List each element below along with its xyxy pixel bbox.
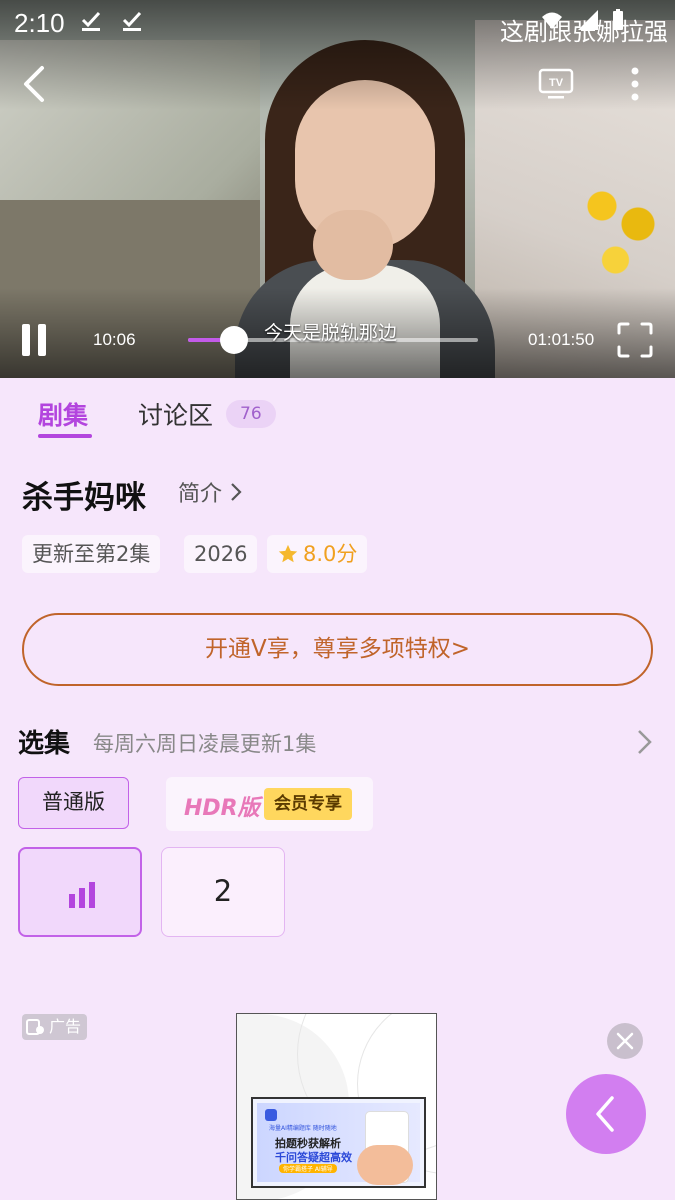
star-icon bbox=[278, 544, 298, 563]
signal-icon bbox=[578, 10, 598, 30]
tab-discussion[interactable]: 讨论区 bbox=[138, 396, 213, 432]
hdr-label: HDR版 bbox=[184, 796, 260, 821]
tab-episodes[interactable]: 剧集 bbox=[38, 396, 88, 432]
content-tabs: 剧集 讨论区 76 bbox=[0, 378, 675, 440]
download-done-icon bbox=[81, 11, 101, 31]
version-normal-button[interactable]: 普通版 bbox=[18, 777, 129, 829]
video-player[interactable]: 2:10 这剧跟张娜拉强 TV 10:06 今天是脱轨那边 01:01:50 bbox=[0, 0, 675, 378]
tab-active-indicator bbox=[38, 434, 92, 438]
more-options-icon[interactable] bbox=[624, 64, 646, 104]
ad-hand-image bbox=[357, 1145, 413, 1185]
pause-icon[interactable] bbox=[20, 322, 48, 358]
wifi-icon bbox=[542, 12, 562, 29]
now-playing-icon bbox=[69, 882, 95, 908]
close-icon bbox=[616, 1032, 634, 1050]
ad-text-1: 海量AI精编题库 随时随地 bbox=[269, 1125, 337, 1132]
episode-2-button[interactable]: 2 bbox=[161, 847, 285, 937]
intro-link[interactable]: 简介 bbox=[178, 476, 242, 508]
back-arrow-icon[interactable] bbox=[18, 64, 48, 104]
rating-value: 8.0分 bbox=[303, 542, 358, 566]
video-subtitle: 今天是脱轨那边 bbox=[264, 322, 398, 344]
rating-tag: 8.0分 bbox=[267, 535, 368, 573]
vip-subscribe-button[interactable]: 开通V享，尊享多项特权> bbox=[22, 613, 653, 686]
current-time: 10:06 bbox=[93, 330, 136, 349]
ad-app-logo bbox=[265, 1109, 277, 1121]
chevron-right-icon bbox=[231, 483, 242, 501]
status-bar: 2:10 这剧跟张娜拉强 bbox=[0, 0, 675, 46]
episodes-section-title: 选集 bbox=[18, 729, 71, 759]
update-status-tag: 更新至第2集 bbox=[22, 535, 161, 573]
chevron-left-icon bbox=[596, 1096, 614, 1132]
ad-close-button[interactable] bbox=[607, 1023, 643, 1059]
member-exclusive-badge: 会员专享 bbox=[264, 788, 352, 820]
tv-cast-icon[interactable]: TV bbox=[538, 68, 574, 100]
version-hdr-button[interactable]: HDR版 会员专享 bbox=[166, 777, 373, 831]
chevron-right-icon[interactable] bbox=[636, 728, 654, 756]
year-tag: 2026 bbox=[184, 535, 258, 573]
status-time: 2:10 bbox=[14, 8, 65, 38]
discussion-count-badge: 76 bbox=[226, 400, 276, 428]
ad-banner[interactable]: 海量AI精编题库 随时随地 拍题秒获解析 千问答疑超高效 你学霸搭子 AI辅导 bbox=[236, 1013, 437, 1200]
ad-text-3: 千问答疑超高效 bbox=[275, 1151, 352, 1164]
episode-1-button[interactable] bbox=[18, 847, 142, 937]
floating-back-button[interactable] bbox=[566, 1074, 646, 1154]
update-schedule: 每周六周日凌晨更新1集 bbox=[93, 732, 317, 756]
ad-icon bbox=[26, 1019, 44, 1035]
show-title: 杀手妈咪 bbox=[22, 480, 146, 516]
svg-text:TV: TV bbox=[549, 77, 564, 89]
video-frame-flowers bbox=[575, 170, 665, 290]
ad-text-4: 你学霸搭子 AI辅导 bbox=[279, 1164, 337, 1173]
ad-label: 广告 bbox=[22, 1014, 88, 1040]
total-time: 01:01:50 bbox=[528, 330, 595, 349]
fullscreen-icon[interactable] bbox=[617, 322, 653, 358]
ad-creative: 海量AI精编题库 随时随地 拍题秒获解析 千问答疑超高效 你学霸搭子 AI辅导 bbox=[251, 1097, 426, 1188]
intro-label: 简介 bbox=[178, 482, 223, 507]
battery-icon bbox=[613, 9, 623, 30]
download-done-icon bbox=[122, 11, 142, 31]
